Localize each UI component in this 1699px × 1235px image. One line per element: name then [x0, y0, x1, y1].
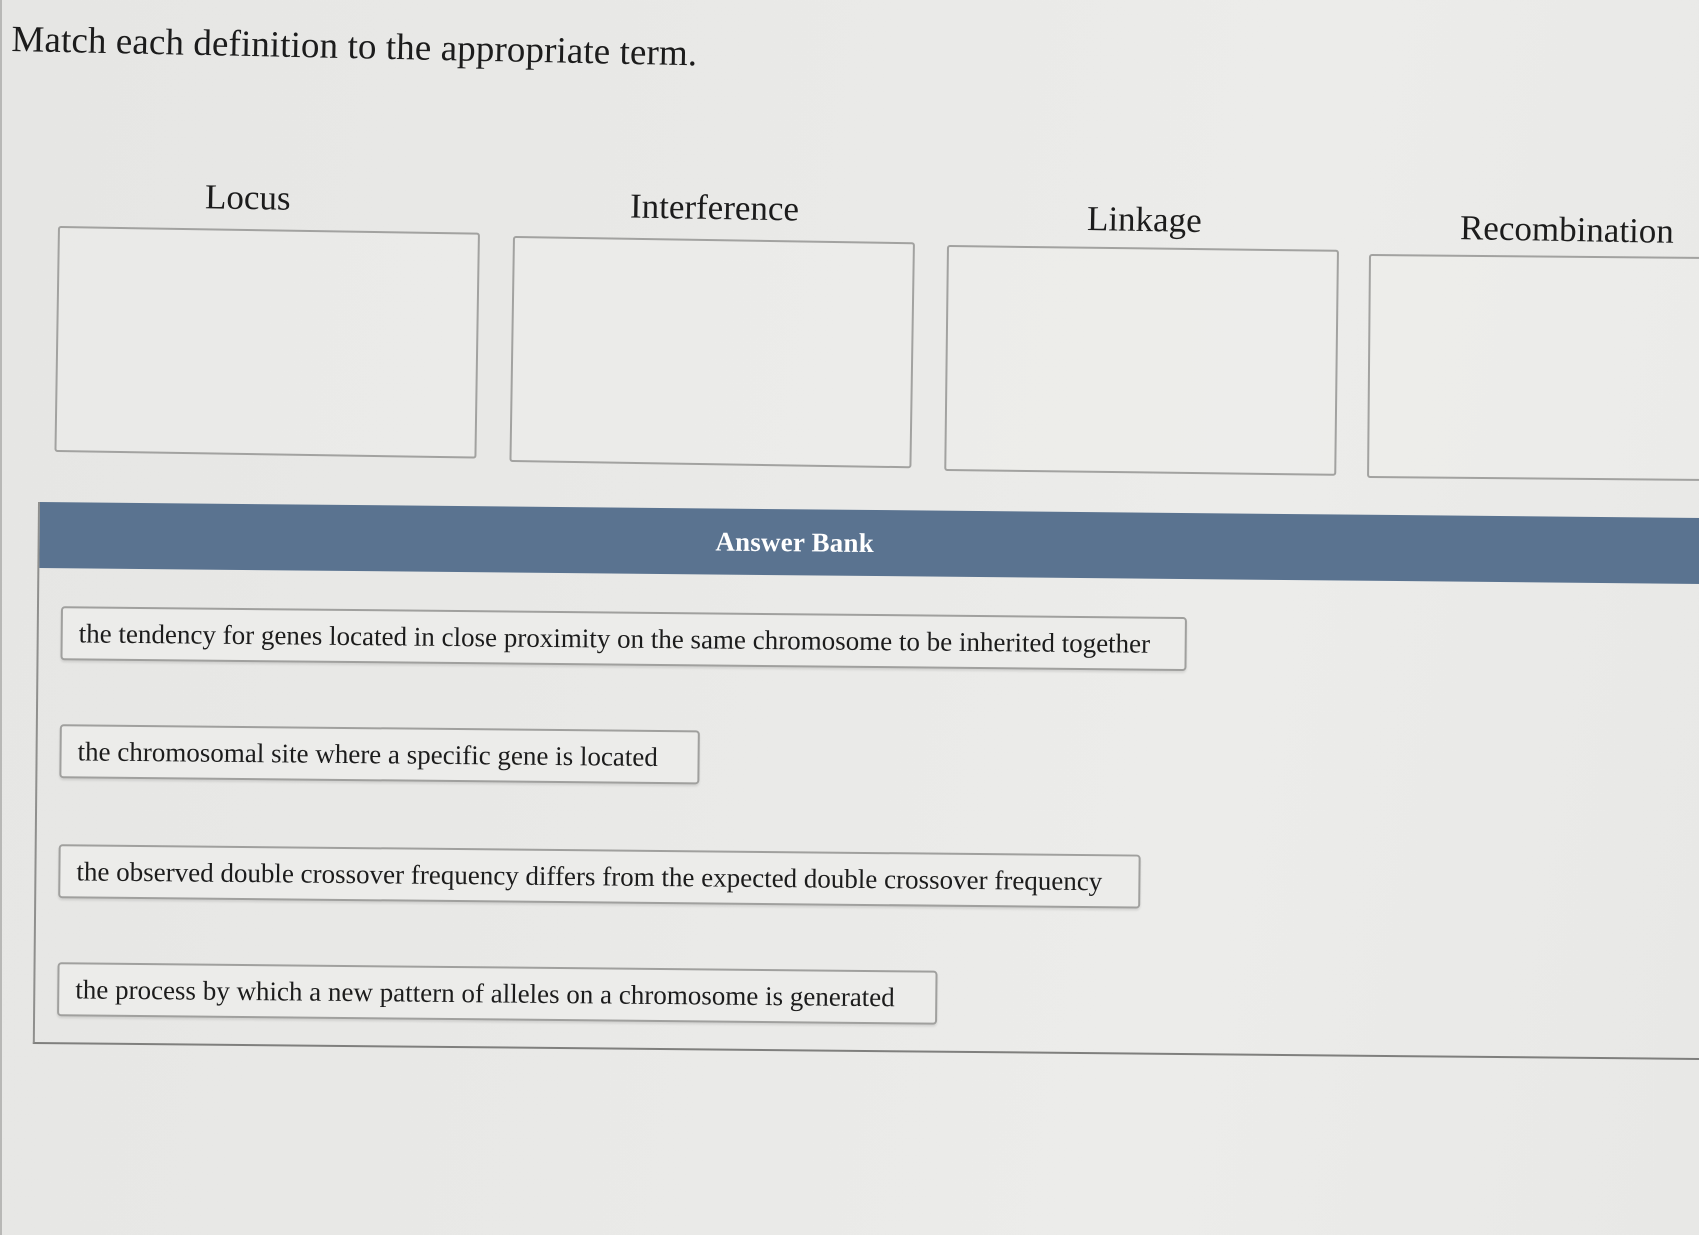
answer-bank: Answer Bank the tendency for genes locat…	[32, 502, 1699, 1061]
screen-edge	[0, 0, 2, 1235]
term-label-interference: Interference	[629, 186, 800, 229]
answer-card-text: the chromosomal site where a specific ge…	[77, 735, 659, 772]
answer-bank-header: Answer Bank	[39, 502, 1699, 585]
answer-card-text: the tendency for genes located in close …	[78, 617, 1151, 659]
question-prompt: Match each definition to the appropriate…	[11, 18, 698, 75]
answer-card-recombination-definition[interactable]: the process by which a new pattern of al…	[57, 962, 938, 1025]
answer-card-text: the process by which a new pattern of al…	[75, 973, 895, 1012]
dropzone-linkage[interactable]	[944, 245, 1339, 476]
answer-card-text: the observed double crossover frequency …	[76, 855, 1103, 896]
term-label-linkage: Linkage	[1086, 199, 1203, 240]
answer-card-linkage-definition[interactable]: the tendency for genes located in close …	[60, 606, 1187, 672]
answer-card-interference-definition[interactable]: the observed double crossover frequency …	[58, 844, 1141, 909]
answer-card-locus-definition[interactable]: the chromosomal site where a specific ge…	[59, 724, 700, 785]
term-label-recombination: Recombination	[1459, 208, 1675, 251]
dropzone-recombination[interactable]	[1367, 254, 1699, 481]
answer-bank-title: Answer Bank	[715, 526, 875, 558]
term-label-locus: Locus	[204, 177, 291, 218]
dropzone-interference[interactable]	[509, 236, 915, 469]
dropzone-locus[interactable]	[54, 226, 480, 459]
